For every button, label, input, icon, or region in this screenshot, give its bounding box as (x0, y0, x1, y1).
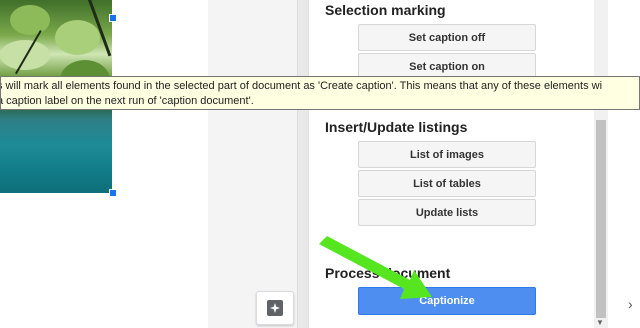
annotation-arrow (319, 236, 432, 299)
